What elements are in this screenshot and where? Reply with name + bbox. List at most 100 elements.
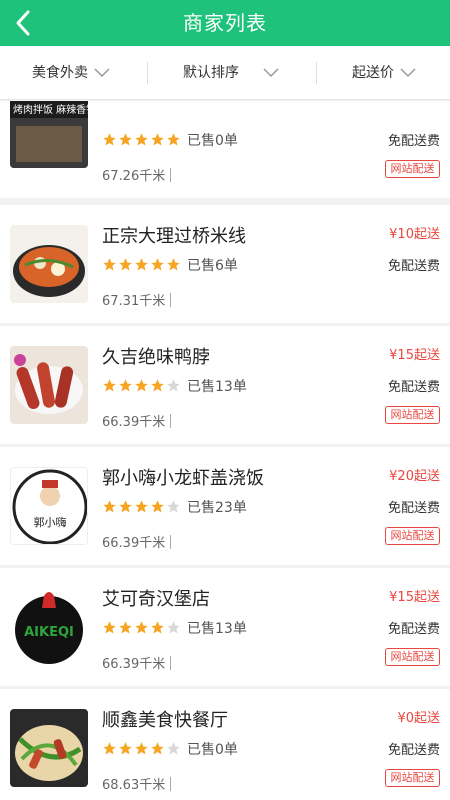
divider [170, 656, 171, 670]
filter-bar: 美食外卖 默认排序 起送价 [0, 46, 450, 100]
divider [170, 777, 171, 791]
filter-sort-label: 默认排序 [183, 65, 239, 81]
min-order-price: ¥15起送 [389, 344, 440, 363]
min-order-price: ¥0起送 [397, 707, 440, 726]
distance: 67.26千米 [102, 169, 166, 184]
star-icon [151, 133, 164, 146]
min-price-value: ¥10 [389, 227, 414, 242]
rating-stars [102, 499, 182, 513]
min-price-value: ¥20 [389, 469, 414, 484]
divider [316, 62, 317, 84]
star-icon [135, 379, 148, 392]
filter-category-label: 美食外卖 [32, 65, 88, 81]
star-icon [119, 133, 132, 146]
filter-min-price[interactable]: 起送价 [352, 46, 416, 100]
merchant-thumbnail: 郭小嗨 [10, 467, 88, 545]
star-icon [103, 621, 116, 634]
distance: 68.63千米 [102, 778, 166, 793]
delivery-fee: 免配送费 [387, 134, 440, 149]
min-price-label: 起送 [413, 590, 440, 605]
filter-sort[interactable]: 默认排序 [183, 46, 279, 100]
delivery-badge: 网站配送 [385, 648, 440, 666]
filter-category[interactable]: 美食外卖 [32, 46, 110, 100]
merchant-name: 艾可奇汉堡店 [102, 589, 210, 610]
min-price-label: 起送 [413, 711, 440, 726]
min-price-label: 起送 [413, 227, 440, 242]
merchant-item[interactable]: 正宗大理过桥米线 已售6单 67.31千米 ¥10起送 免配送费 [0, 205, 450, 323]
delivery-fee: 免配送费 [387, 622, 440, 637]
min-price-label: 起送 [413, 469, 440, 484]
delivery-fee: 免配送费 [387, 501, 440, 516]
chevron-down-icon [400, 68, 416, 78]
star-icon [151, 500, 164, 513]
rating-stars [102, 741, 182, 755]
duck-neck-image [10, 346, 88, 424]
star-icon [135, 500, 148, 513]
divider [170, 535, 171, 549]
merchant-thumbnail [10, 346, 88, 424]
merchant-thumbnail: AIKEQI [10, 588, 88, 666]
burger-logo-image: AIKEQI [10, 588, 88, 666]
delivery-badge: 网站配送 [385, 406, 440, 424]
star-icon [119, 379, 132, 392]
merchant-list: 烤肉拌饭 麻辣香锅 已售0单 67.26千米 免配送费 网站配送 正宗大理过桥米… [0, 101, 450, 800]
filter-min-price-label: 起送价 [352, 65, 394, 81]
storefront-image: 烤肉拌饭 麻辣香锅 [10, 101, 88, 168]
delivery-fee: 免配送费 [387, 380, 440, 395]
sold-count: 已售13单 [187, 379, 247, 395]
merchant-thumbnail [10, 225, 88, 303]
merchant-thumbnail [10, 709, 88, 787]
merchant-item[interactable]: 久吉绝味鸭脖 已售13单 66.39千米 ¥15起送 免配送费 网站配送 [0, 326, 450, 444]
star-icon [167, 742, 180, 755]
star-icon [103, 258, 116, 271]
star-icon [151, 621, 164, 634]
divider [170, 293, 171, 307]
merchant-item[interactable]: 郭小嗨 郭小嗨小龙虾盖浇饭 已售23单 66.39千米 ¥20起送 免配送费 网… [0, 447, 450, 565]
divider [170, 414, 171, 428]
merchant-item[interactable]: 顺鑫美食快餐厅 已售0单 68.63千米 ¥0起送 免配送费 网站配送 [0, 689, 450, 800]
star-icon [103, 742, 116, 755]
star-icon [167, 133, 180, 146]
thumb-logo-text: AIKEQI [24, 625, 74, 640]
delivery-fee: 免配送费 [387, 259, 440, 274]
star-icon [135, 742, 148, 755]
chef-logo-image: 郭小嗨 [11, 468, 87, 544]
star-icon [119, 742, 132, 755]
rating-stars [102, 378, 182, 392]
sold-count: 已售0单 [187, 133, 238, 149]
thumb-sign-text: 烤肉拌饭 麻辣香锅 [13, 103, 88, 116]
distance: 66.39千米 [102, 657, 166, 672]
star-icon [119, 258, 132, 271]
star-icon [167, 258, 180, 271]
delivery-badge: 网站配送 [385, 160, 440, 178]
min-order-price: ¥15起送 [389, 586, 440, 605]
merchant-item[interactable]: 烤肉拌饭 麻辣香锅 已售0单 67.26千米 免配送费 网站配送 [0, 101, 450, 198]
distance: 66.39千米 [102, 536, 166, 551]
merchant-name: 郭小嗨小龙虾盖浇饭 [102, 468, 264, 489]
min-price-value: ¥0 [397, 711, 414, 726]
sold-count: 已售23单 [187, 500, 247, 516]
delivery-badge: 网站配送 [385, 769, 440, 787]
delivery-badge: 网站配送 [385, 527, 440, 545]
chevron-down-icon [263, 68, 279, 78]
star-icon [167, 379, 180, 392]
star-icon [119, 500, 132, 513]
merchant-thumbnail: 烤肉拌饭 麻辣香锅 [10, 101, 88, 168]
rating-stars [102, 257, 182, 271]
merchant-name: 久吉绝味鸭脖 [102, 347, 210, 368]
sold-count: 已售0单 [187, 742, 238, 758]
min-order-price: ¥10起送 [389, 223, 440, 242]
stir-fry-image [10, 709, 88, 787]
chevron-down-icon [94, 68, 110, 78]
star-icon [119, 621, 132, 634]
distance: 66.39千米 [102, 415, 166, 430]
sold-count: 已售13单 [187, 621, 247, 637]
merchant-item[interactable]: AIKEQI 艾可奇汉堡店 已售13单 66.39千米 ¥15起送 免配送费 网… [0, 568, 450, 686]
star-icon [103, 500, 116, 513]
star-icon [167, 621, 180, 634]
star-icon [151, 379, 164, 392]
min-price-value: ¥15 [389, 348, 414, 363]
rating-stars [102, 620, 182, 634]
min-price-label: 起送 [413, 348, 440, 363]
thumb-logo-text: 郭小嗨 [34, 515, 67, 529]
